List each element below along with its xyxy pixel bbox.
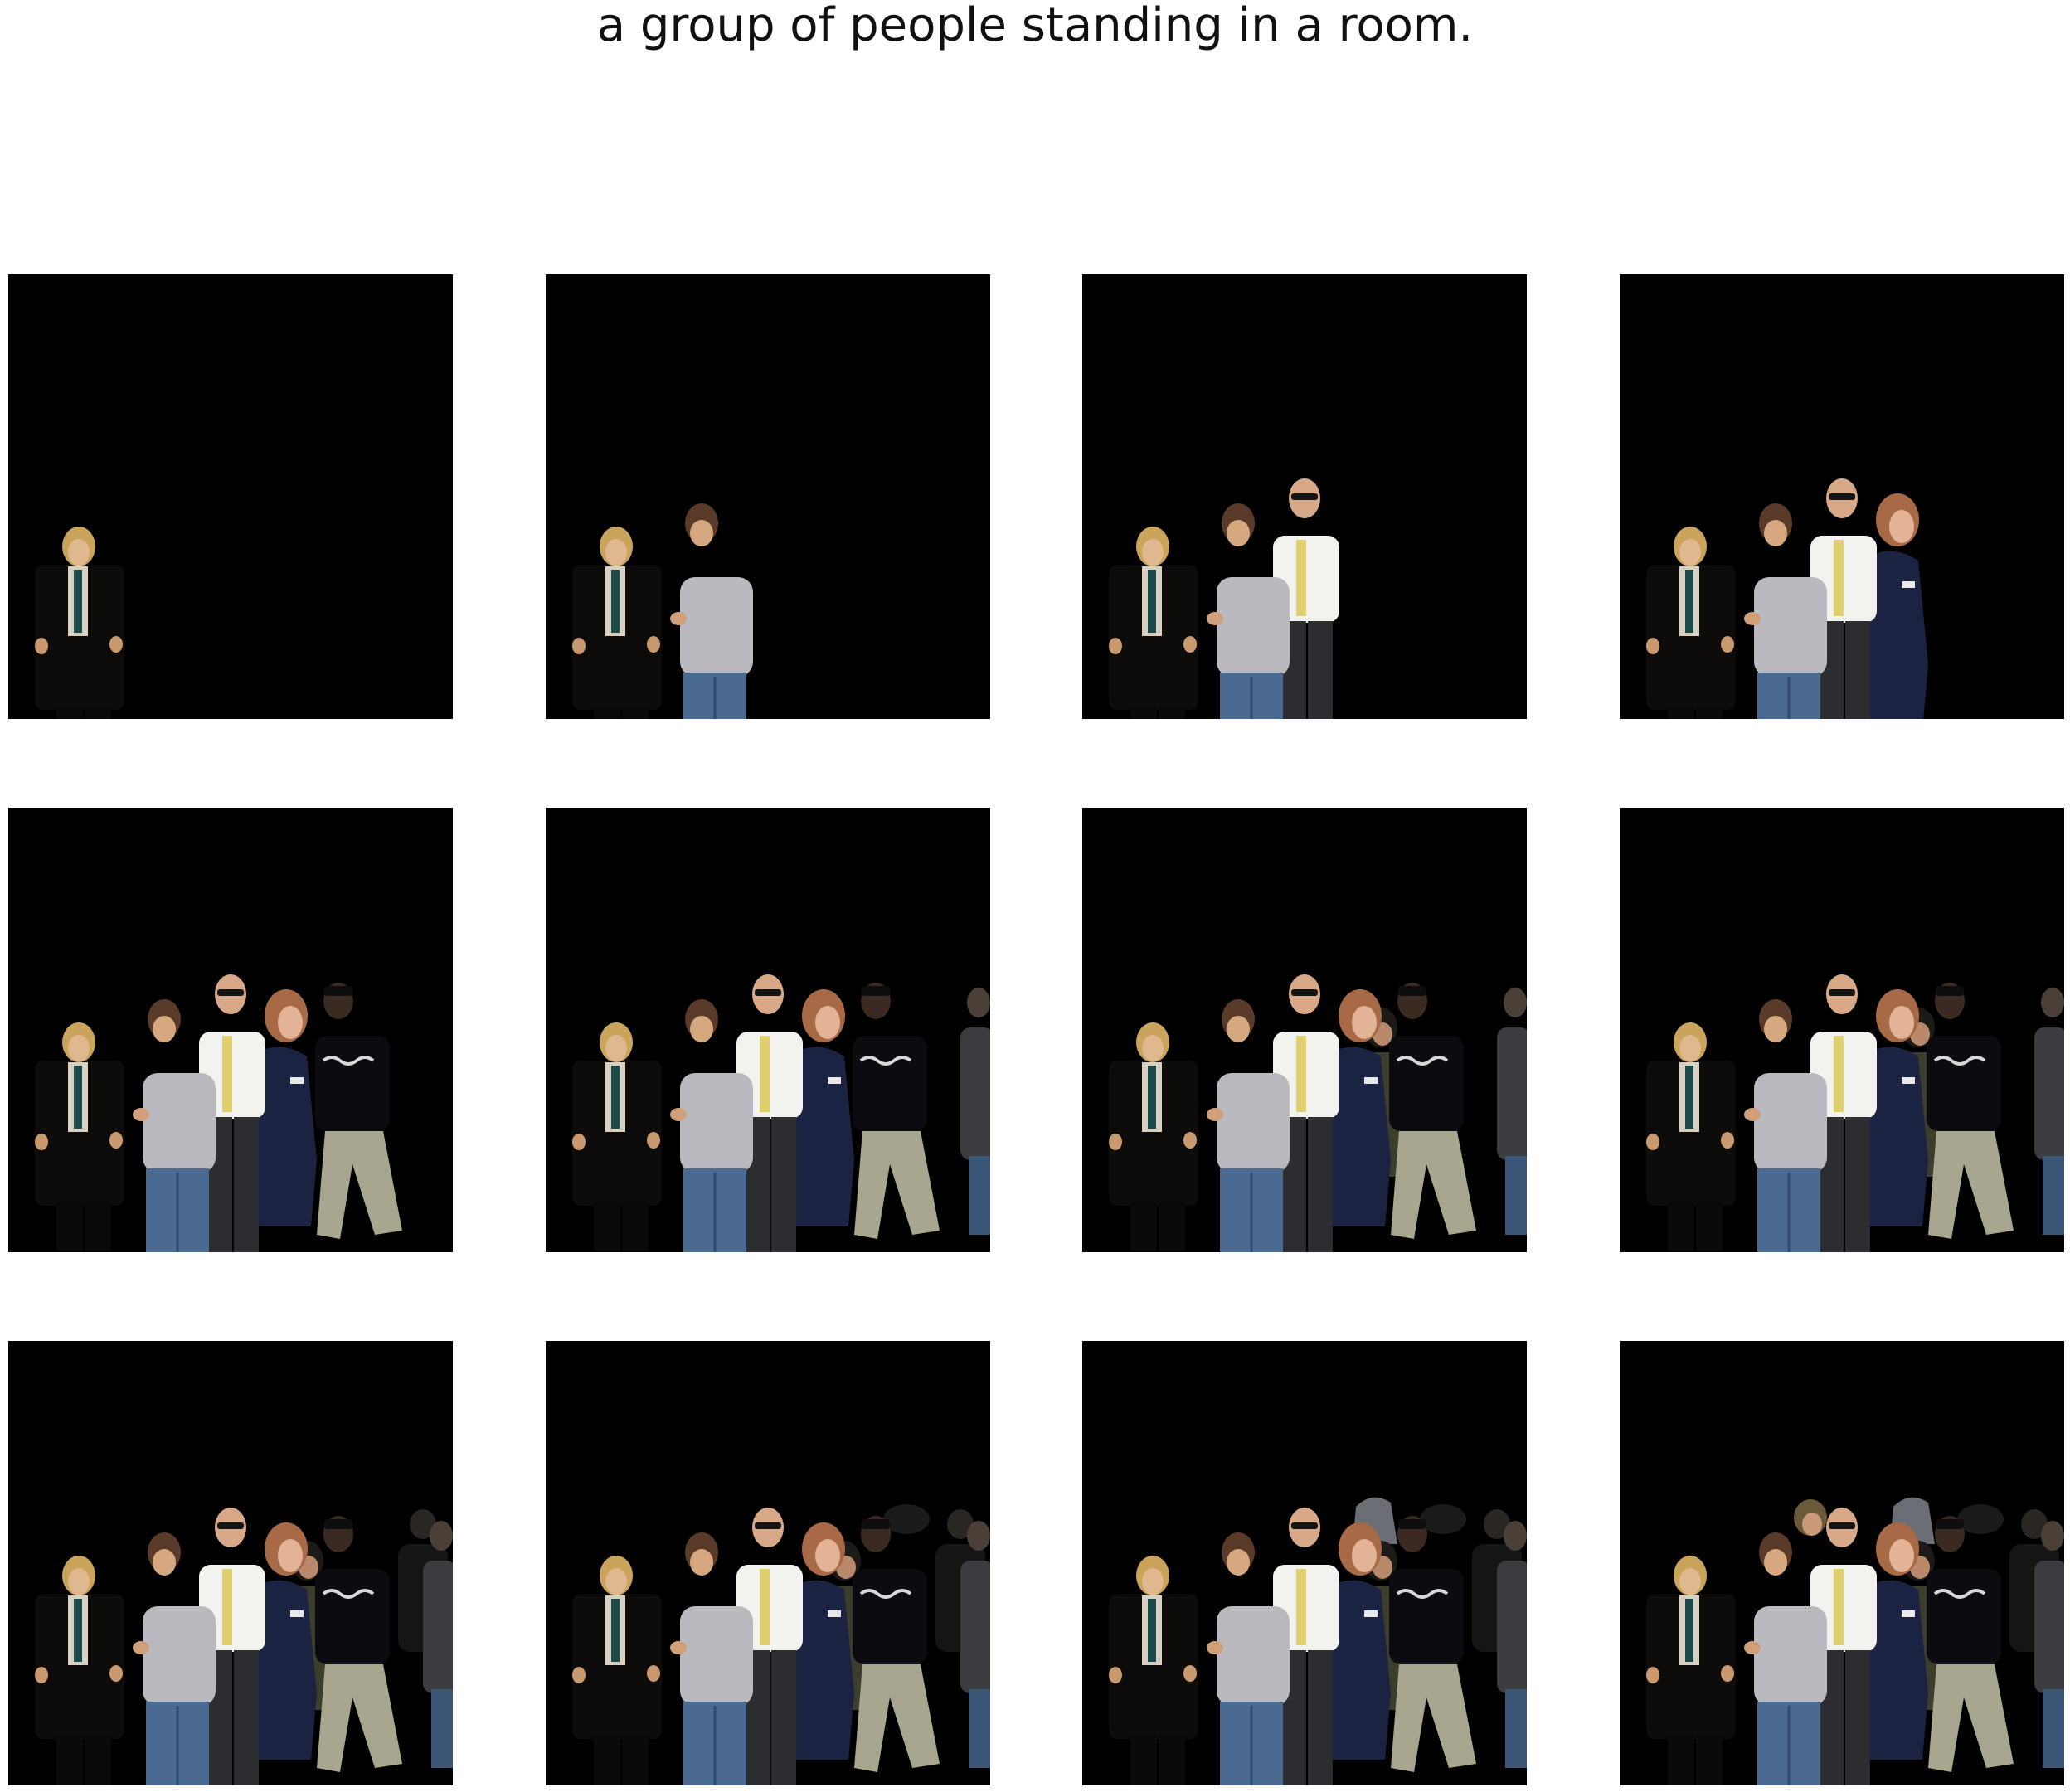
image-panel-10 xyxy=(546,1341,990,1785)
panel-image-10 xyxy=(546,1341,990,1785)
image-panel-7 xyxy=(1082,808,1527,1252)
panel-image-9 xyxy=(8,1341,453,1785)
panel-image-8 xyxy=(1620,808,2064,1252)
image-panel-4 xyxy=(1620,274,2064,719)
panel-image-2 xyxy=(546,274,990,719)
panel-image-1 xyxy=(8,274,453,719)
image-panel-6 xyxy=(546,808,990,1252)
panel-image-5 xyxy=(8,808,453,1252)
panel-image-4 xyxy=(1620,274,2064,719)
image-panel-5 xyxy=(8,808,453,1252)
panel-grid xyxy=(0,0,2070,1792)
panel-image-11 xyxy=(1082,1341,1527,1785)
image-panel-12 xyxy=(1620,1341,2064,1785)
panel-image-12 xyxy=(1620,1341,2064,1785)
image-panel-11 xyxy=(1082,1341,1527,1785)
image-panel-3 xyxy=(1082,274,1527,719)
image-panel-8 xyxy=(1620,808,2064,1252)
image-panel-1 xyxy=(8,274,453,719)
panel-image-6 xyxy=(546,808,990,1252)
panel-image-3 xyxy=(1082,274,1527,719)
image-panel-9 xyxy=(8,1341,453,1785)
figure-head-in-back xyxy=(1794,1499,1827,1536)
image-panel-2 xyxy=(546,274,990,719)
panel-image-7 xyxy=(1082,808,1527,1252)
